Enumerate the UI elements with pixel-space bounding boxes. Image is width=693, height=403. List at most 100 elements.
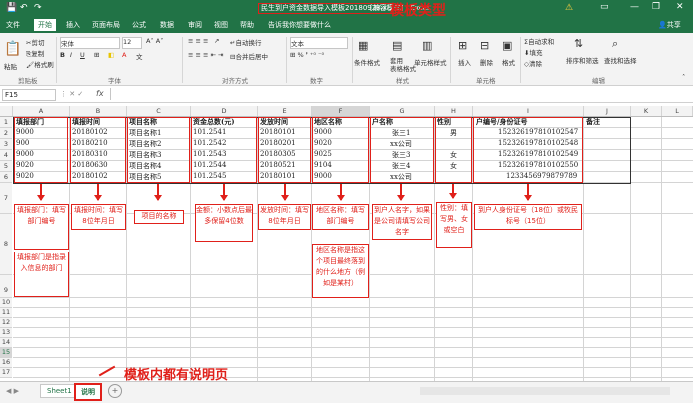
format-cells-button[interactable]: 格式 — [502, 57, 515, 67]
conditional-format-icon[interactable]: ▦ — [358, 39, 368, 52]
ribbon-display-icon[interactable]: ▭ — [600, 2, 609, 12]
font-size-select[interactable]: 12 — [122, 37, 142, 49]
table-format-icon[interactable]: ▤ — [392, 39, 402, 52]
tab-help[interactable]: 帮助 — [240, 20, 254, 30]
number-format-select[interactable]: 文本 — [290, 37, 348, 49]
row-header[interactable]: 14 — [0, 338, 12, 348]
cell-style-icon[interactable]: ▥ — [422, 39, 432, 52]
close-button[interactable]: ✕ — [676, 2, 684, 12]
row-header[interactable]: 11 — [0, 308, 12, 318]
fill-color-icon[interactable]: ◧ — [108, 51, 114, 59]
paste-button[interactable]: 粘贴 — [4, 61, 17, 71]
name-box[interactable]: F15 — [2, 89, 56, 101]
collapse-ribbon-icon[interactable]: ˄ — [682, 73, 685, 81]
row-header-selected[interactable]: 15 — [0, 348, 12, 358]
format-cells-icon[interactable]: ▣ — [502, 39, 512, 52]
column-header[interactable]: I — [473, 106, 584, 116]
minimize-button[interactable]: — — [630, 2, 639, 12]
row-header[interactable]: 8 — [0, 214, 12, 275]
column-header[interactable]: A — [13, 106, 70, 116]
delete-cells-icon[interactable]: ⊟ — [480, 39, 489, 52]
find-select-button[interactable]: 查找和选择 — [604, 55, 637, 65]
row-header[interactable]: 16 — [0, 358, 12, 368]
column-header[interactable]: H — [435, 106, 473, 116]
paste-icon[interactable]: 📋 — [4, 41, 21, 57]
restore-button[interactable]: ❐ — [652, 2, 660, 12]
tab-file[interactable]: 文件 — [6, 20, 20, 30]
share-button[interactable]: 👤共享 — [658, 20, 681, 30]
insert-cells-icon[interactable]: ⊞ — [458, 39, 467, 52]
row-header[interactable]: 9 — [0, 275, 12, 298]
tab-data[interactable]: 数据 — [160, 20, 174, 30]
row-header[interactable]: 7 — [0, 183, 12, 214]
merge-center-button[interactable]: ⊟合并后居中 — [230, 51, 268, 61]
row-header[interactable]: 6 — [0, 172, 12, 183]
function-icon[interactable]: fx — [96, 89, 104, 98]
tab-review[interactable]: 审阅 — [188, 20, 202, 30]
row-header[interactable]: 5 — [0, 161, 12, 172]
font-color-icon[interactable]: A — [122, 51, 126, 59]
column-header[interactable]: K — [631, 106, 662, 116]
fill-button[interactable]: ⬇填充 — [524, 47, 542, 57]
row-header[interactable]: 12 — [0, 318, 12, 328]
find-icon[interactable]: ⌕ — [612, 37, 618, 51]
align-top-icon[interactable]: ≡ ≡ ≡ — [188, 37, 208, 45]
italic-button[interactable]: I — [70, 51, 72, 59]
delete-cells-button[interactable]: 删除 — [480, 57, 493, 67]
wrap-text-button[interactable]: ↵自动换行 — [230, 37, 261, 47]
row-header[interactable]: 13 — [0, 328, 12, 338]
column-header[interactable]: L — [662, 106, 693, 116]
tab-view[interactable]: 视图 — [214, 20, 228, 30]
undo-icon[interactable]: ↶ — [20, 3, 28, 13]
border-icon[interactable]: ⊞ — [94, 51, 99, 59]
tell-me-search[interactable]: 告诉我你想要做什么 — [268, 20, 331, 30]
font-name-select[interactable]: 宋体 — [60, 37, 120, 49]
cell-style-button[interactable]: 单元格样式 — [414, 57, 447, 67]
percent-icon[interactable]: ⊞ % ❜ ⁺⁰ ⁻⁰ — [290, 51, 324, 59]
column-header[interactable]: C — [127, 106, 191, 116]
column-header[interactable]: F — [312, 106, 370, 116]
cells-group-label: 单元格 — [476, 77, 496, 85]
column-header[interactable]: B — [70, 106, 127, 116]
table-format-button[interactable]: 套用 表格格式 — [390, 57, 416, 73]
row-header[interactable]: 1 — [0, 117, 12, 128]
row-header[interactable]: 4 — [0, 150, 12, 161]
align-left-icon[interactable]: ≡ ≡ ≡ ⇤ ⇥ — [188, 51, 224, 59]
column-header[interactable]: G — [370, 106, 435, 116]
sort-filter-button[interactable]: 排序和筛选 — [566, 55, 599, 65]
orientation-icon[interactable]: ↗ — [214, 37, 219, 45]
underline-button[interactable]: U — [80, 51, 85, 59]
sort-filter-icon[interactable]: ⇅ — [574, 37, 583, 50]
add-sheet-button[interactable]: + — [108, 384, 122, 398]
cut-button[interactable]: ✂剪切 — [26, 37, 44, 47]
row-header[interactable]: 17 — [0, 368, 12, 378]
row-header[interactable]: 2 — [0, 128, 12, 139]
insert-cells-button[interactable]: 插入 — [458, 57, 471, 67]
tab-page-layout[interactable]: 页面布局 — [92, 20, 120, 30]
tab-home[interactable]: 开始 — [34, 19, 56, 31]
column-header[interactable]: D — [191, 106, 258, 116]
sheet-nav-icon[interactable]: ◀ ▶ — [6, 387, 19, 395]
format-painter-button[interactable]: 🖌格式刷 — [26, 59, 54, 69]
select-all-corner[interactable] — [0, 106, 13, 116]
save-icon[interactable]: 💾 — [6, 3, 17, 13]
tab-formulas[interactable]: 公式 — [132, 20, 146, 30]
formula-input[interactable] — [110, 88, 681, 100]
phonetic-icon[interactable]: 文 — [136, 51, 143, 61]
column-header[interactable]: J — [584, 106, 631, 116]
grow-font-icon[interactable]: A˄ A˅ — [146, 37, 163, 45]
row-header[interactable]: 10 — [0, 298, 12, 308]
bold-button[interactable]: B — [60, 51, 65, 59]
clear-button[interactable]: ◇清除 — [524, 58, 542, 68]
copy-button[interactable]: ⎘复制 — [26, 48, 44, 59]
header-cell[interactable]: 备注 — [586, 117, 600, 127]
conditional-format-button[interactable]: 条件格式 — [354, 57, 380, 67]
column-header[interactable]: E — [258, 106, 312, 116]
autosum-button[interactable]: Σ自动求和 — [524, 36, 554, 46]
sheet-tab-sheet1[interactable]: Sheet1 — [40, 384, 79, 398]
horizontal-scrollbar[interactable] — [420, 387, 670, 395]
row-header[interactable]: 3 — [0, 139, 12, 150]
redo-icon[interactable]: ↷ — [34, 3, 42, 13]
tab-insert[interactable]: 插入 — [66, 20, 80, 30]
sheet-tab-instructions[interactable]: 说明 — [74, 383, 102, 401]
